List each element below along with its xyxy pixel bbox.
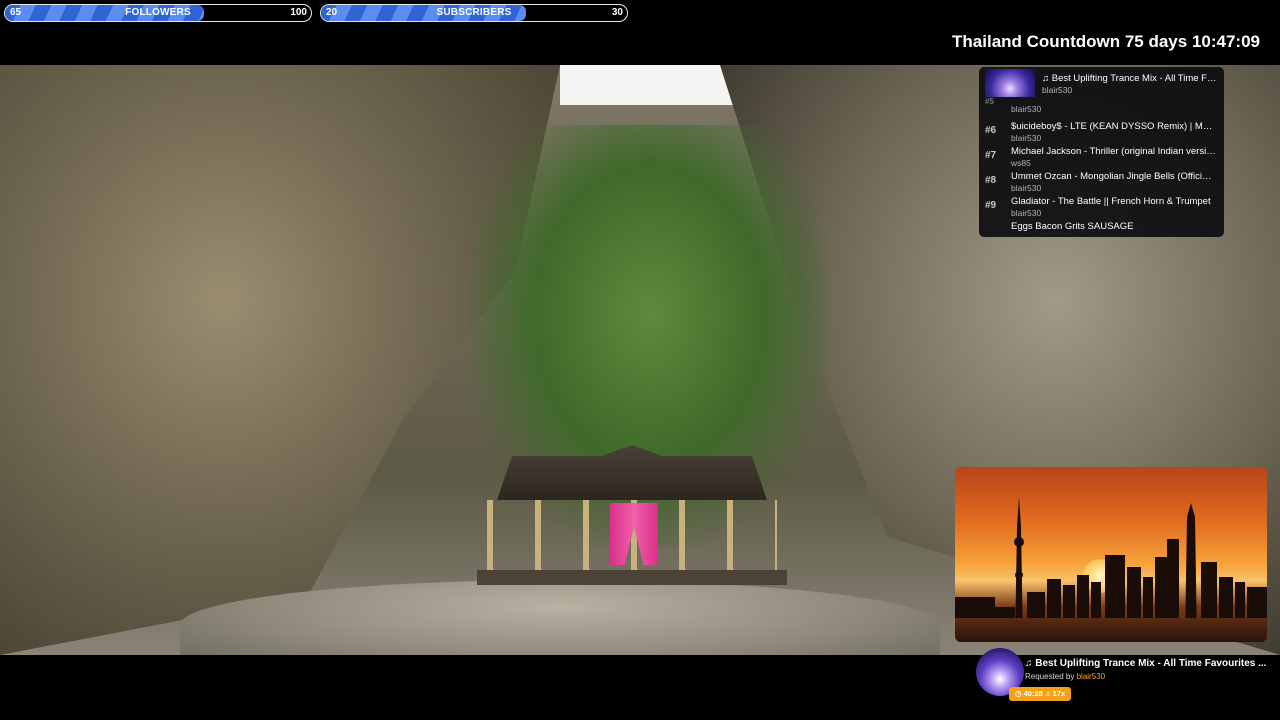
queue-item-number: #5 [985, 97, 994, 106]
queue-item-number: #8 [985, 175, 997, 186]
pavilion-roof [497, 445, 767, 500]
thai-pavilion [472, 385, 792, 585]
queue-item-user: ws85 [1011, 158, 1031, 168]
queue-now-playing[interactable]: ♫ Best Uplifting Trance Mix - All Time F… [985, 69, 1220, 97]
queue-item-title: $uicideboy$ - LTE (KEAN DYSSO Remix) | M… [1011, 121, 1216, 132]
followers-goal-bar: 65 FOLLOWERS 100 [4, 4, 312, 22]
queue-item[interactable]: #8 Ummet Ozcan - Mongolian Jingle Bells … [979, 169, 1224, 194]
queue-item[interactable]: #6 $uicideboy$ - LTE (KEAN DYSSO Remix) … [979, 119, 1224, 144]
queue-item-number: #7 [985, 150, 997, 161]
song-thumbnail [985, 69, 1035, 97]
followers-label: FOLLOWERS [125, 7, 191, 18]
queue-item-user: blair530 [1011, 183, 1042, 193]
now-playing-title: ♫ Best Uplifting Trance Mix - All Time F… [1025, 658, 1267, 669]
queue-now-title: ♫ Best Uplifting Trance Mix - All Time F… [1042, 73, 1220, 84]
requested-by-label: Requested by [1025, 672, 1077, 681]
queue-item-number: #9 [985, 200, 997, 211]
queue-item-partial[interactable]: #5 blair530 [979, 97, 1224, 114]
queue-item-title: Gladiator - The Battle || French Horn & … [1011, 196, 1211, 207]
queue-item-number: #6 [985, 125, 997, 136]
subscribers-label: SUBSCRIBERS [436, 7, 512, 18]
sunset-skyline-image [955, 467, 1267, 642]
queue-item-user: blair530 [1011, 104, 1042, 114]
queue-now-user: blair530 [1042, 85, 1073, 95]
queue-item-user: blair530 [1011, 133, 1042, 143]
queue-item-partial[interactable]: Eggs Bacon Grits SAUSAGE [979, 219, 1224, 237]
requester-name: blair530 [1076, 672, 1106, 681]
countdown-text: Thailand Countdown 75 days 10:47:09 [952, 32, 1260, 51]
song-request-queue: ♫ Best Uplifting Trance Mix - All Time F… [979, 67, 1224, 237]
queue-item-title: Michael Jackson - Thriller (original Ind… [1011, 146, 1216, 157]
city-skyline-silhouette [955, 497, 1267, 642]
queue-item-title: Ummet Ozcan - Mongolian Jingle Bells (Of… [1011, 171, 1216, 182]
queue-item-user: blair530 [1011, 208, 1042, 218]
subscribers-goal-bar: 20 SUBSCRIBERS 30 [320, 4, 628, 22]
pavilion-base [477, 570, 787, 585]
now-playing-requester: Requested by blair530 [1025, 672, 1105, 681]
followers-goal: 100 [290, 7, 307, 18]
now-playing-stats-badge: ◷ 40:28 ♫ 17x [1009, 687, 1072, 701]
queue-item-title: Eggs Bacon Grits SAUSAGE [1011, 221, 1134, 232]
queue-item[interactable]: #9 Gladiator - The Battle || French Horn… [979, 194, 1224, 219]
river-water [955, 618, 1267, 642]
subscribers-goal: 30 [611, 7, 623, 18]
queue-item[interactable]: #7 Michael Jackson - Thriller (original … [979, 144, 1224, 169]
